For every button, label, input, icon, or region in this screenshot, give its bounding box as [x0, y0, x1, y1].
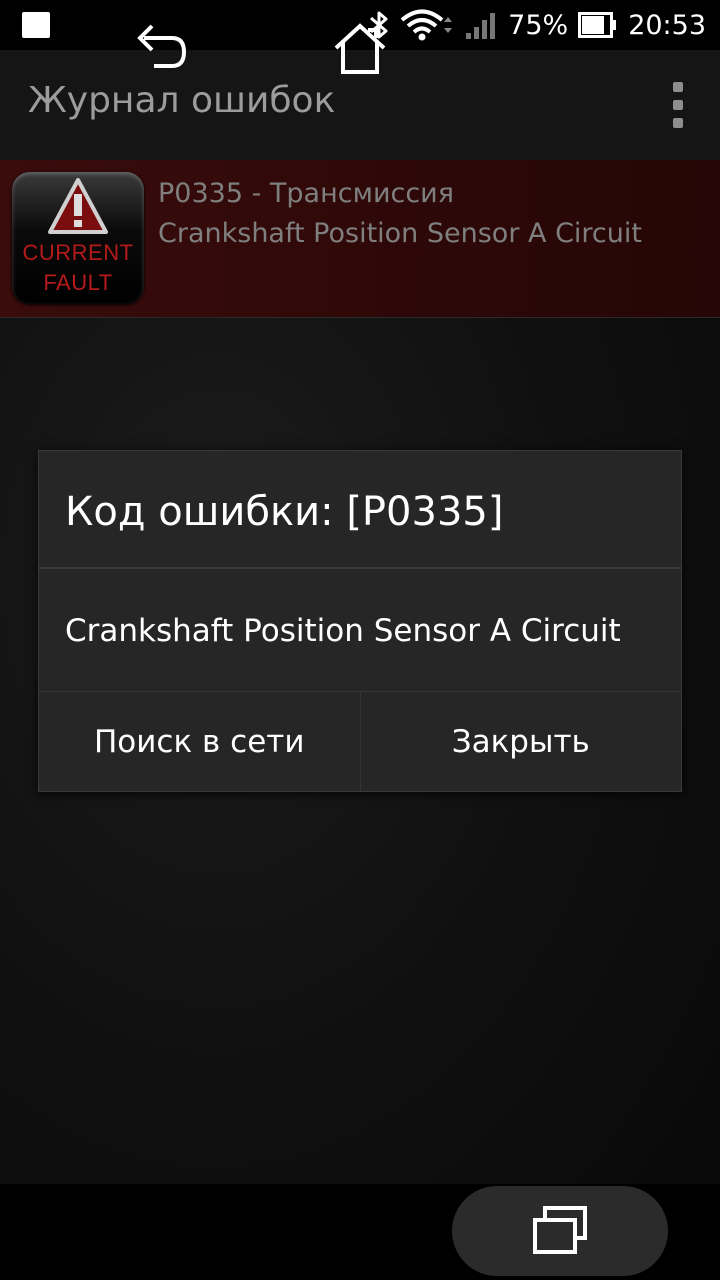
- notification-square-icon: [22, 12, 50, 38]
- dialog-button-bar: Поиск в сети Закрыть: [39, 691, 682, 792]
- dialog-message: Crankshaft Position Sensor A Circuit: [65, 613, 621, 649]
- dialog-title: Код ошибки: [P0335]: [65, 489, 504, 535]
- close-button[interactable]: Закрыть: [359, 692, 682, 792]
- battery-icon: [578, 12, 618, 38]
- screen: 75% 20:53 Журнал ошибок CURRENT FAULT P0…: [0, 0, 720, 1280]
- cell-signal-icon: [464, 9, 498, 41]
- home-icon[interactable]: [310, 0, 410, 96]
- current-fault-icon: CURRENT FAULT: [12, 172, 144, 304]
- fault-description: Crankshaft Position Sensor A Circuit: [158, 218, 642, 249]
- status-icons: 75% 20:53: [368, 0, 706, 50]
- clock: 20:53: [628, 9, 706, 41]
- fault-icon-label-line2: FAULT: [43, 270, 113, 295]
- recents-icon[interactable]: [452, 1186, 668, 1276]
- fault-icon-label-line1: CURRENT: [22, 240, 134, 265]
- dialog-divider: [39, 567, 681, 569]
- battery-percent: 75%: [508, 9, 569, 41]
- search-online-button[interactable]: Поиск в сети: [39, 692, 360, 792]
- fault-code-line: P0335 - Трансмиссия: [158, 178, 454, 209]
- back-icon[interactable]: [110, 0, 210, 96]
- overflow-menu-icon[interactable]: [664, 82, 692, 128]
- fault-code-dialog: Код ошибки: [P0335] Crankshaft Position …: [38, 450, 682, 792]
